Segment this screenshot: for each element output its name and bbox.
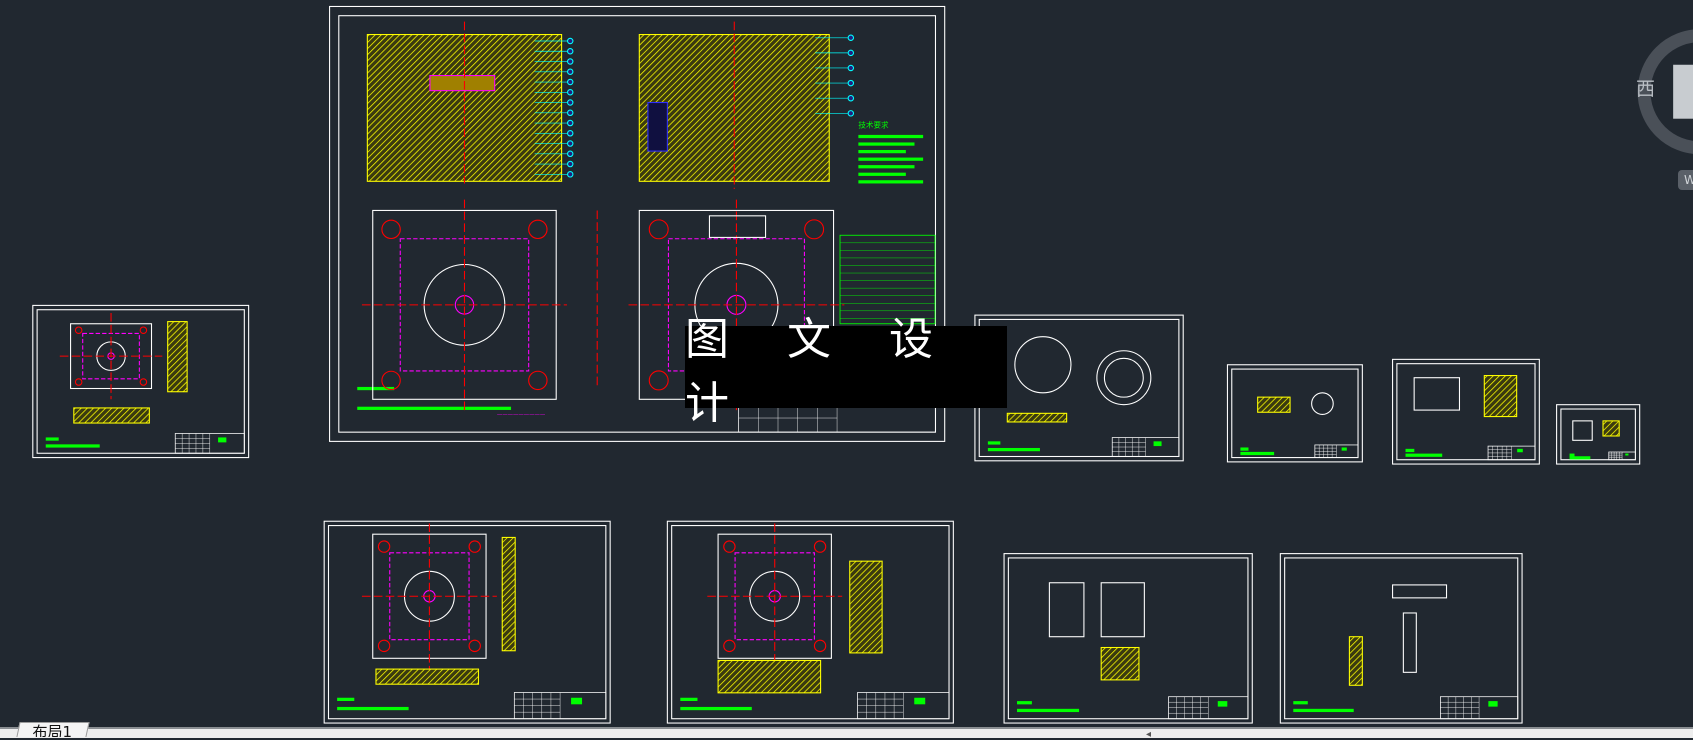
sheet-cavity-plate[interactable] — [323, 520, 611, 724]
sheet-part-4[interactable] — [1392, 358, 1540, 465]
svg-text:—————————: ————————— — [497, 411, 546, 417]
tab-scroll-handle[interactable]: ◂ — [1146, 729, 1158, 740]
sheet-part-3[interactable] — [1226, 364, 1363, 463]
sheet-core-plate[interactable] — [666, 520, 954, 724]
sheet-part-5[interactable] — [1556, 404, 1641, 465]
svg-text:技术要求: 技术要求 — [858, 119, 889, 129]
compass-west-label[interactable]: 西 — [1636, 74, 1655, 101]
wcs-menu-button[interactable]: W — [1678, 170, 1693, 190]
sheet-slider[interactable] — [1003, 553, 1253, 724]
layout-tab-1[interactable]: 布局1 — [16, 722, 90, 737]
sheet-part-1[interactable] — [32, 304, 250, 459]
layout-tab-label: 布局1 — [32, 723, 73, 737]
layout-tab-bar — [0, 727, 1693, 738]
watermark: 图 文 设 计 — [685, 314, 1007, 429]
sheet-pin[interactable] — [1279, 553, 1523, 724]
